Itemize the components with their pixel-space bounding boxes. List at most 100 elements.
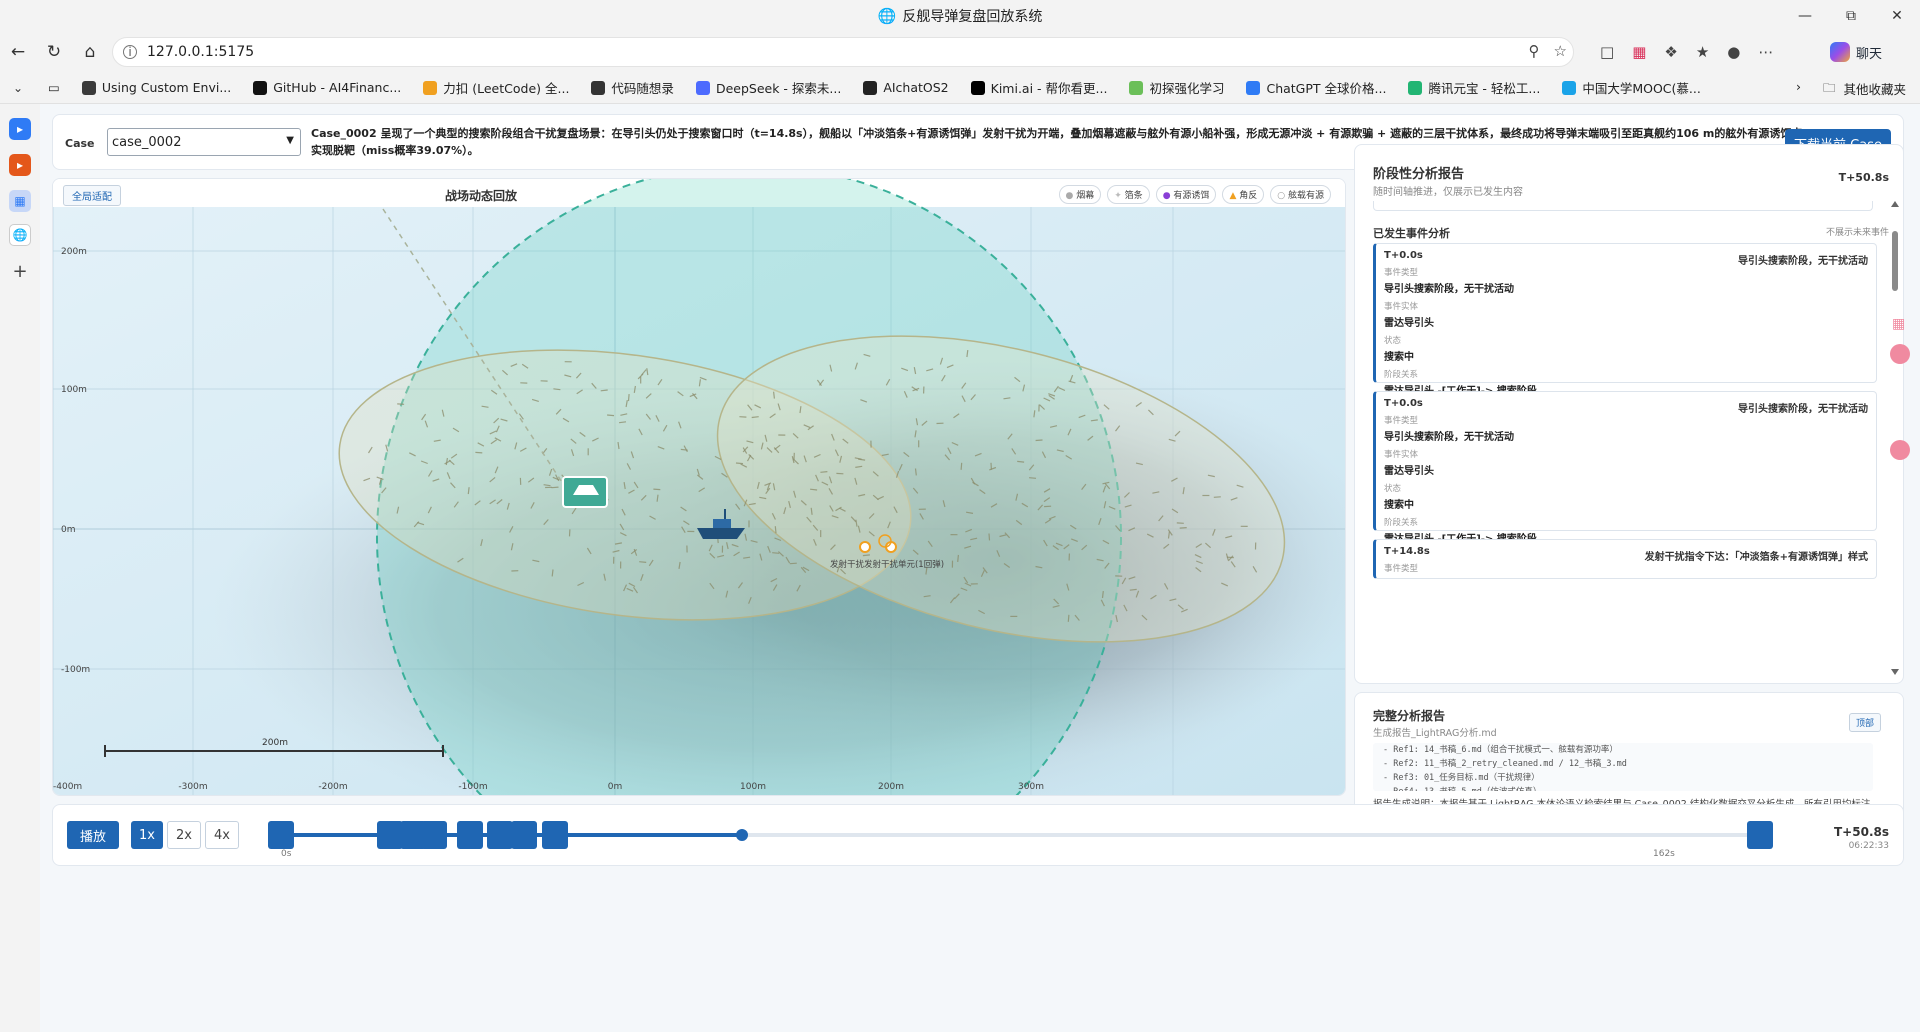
puzzle-icon[interactable]: ❖ <box>1664 43 1677 61</box>
timeline-cursor[interactable] <box>736 829 749 841</box>
sidebar-app-blue-icon[interactable]: ▸ <box>9 118 31 140</box>
browser-right-edge: ▦ <box>1880 104 1920 1032</box>
edge-tool-icon[interactable]: ▦ <box>1892 316 1905 332</box>
bookmark-item[interactable]: Using Custom Envi... <box>81 78 231 97</box>
bookmark-icon <box>863 80 878 95</box>
chaff-particle <box>735 462 744 465</box>
sidebar-grid-icon[interactable]: ▦ <box>9 190 31 212</box>
info-icon[interactable]: i <box>123 45 137 59</box>
bookmark-item[interactable]: AIchatOS2 <box>863 78 949 97</box>
star-icon[interactable]: ☆ <box>1554 42 1567 60</box>
home-icon[interactable]: ⌂ <box>72 34 108 70</box>
chevron-right-icon[interactable]: › <box>1796 79 1801 100</box>
refresh-icon[interactable]: ↻ <box>36 34 72 70</box>
legend-shipborne-active[interactable]: ○ 舷载有源 <box>1270 185 1331 204</box>
back-icon[interactable]: ← <box>0 34 36 70</box>
bookmark-icon <box>1562 80 1577 95</box>
sidebar-add-icon[interactable]: + <box>9 260 31 282</box>
timeline-track[interactable] <box>268 821 1774 849</box>
bookmark-icon <box>1129 80 1144 95</box>
scroll-top-button[interactable]: 顶部 <box>1848 713 1881 732</box>
extension-red-icon[interactable]: ▦ <box>1632 43 1646 61</box>
scale-label: 200m <box>262 738 288 748</box>
event-card[interactable]: T+0.0s 导引头搜索阶段，无干扰活动 事件类型 导引头搜索阶段，无干扰活动 … <box>1373 243 1877 397</box>
copilot-chat-button[interactable]: 聊天 <box>1830 38 1882 66</box>
bookmark-icon <box>81 80 96 95</box>
timeline-event-marker[interactable] <box>510 821 537 849</box>
stage-report-subtitle: 随时间轴推进，仅展示已发生内容 <box>1373 187 1523 198</box>
event-card[interactable]: T+0.0s 导引头搜索阶段，无干扰活动 事件类型 导引头搜索阶段，无干扰活动 … <box>1373 391 1877 545</box>
chaff-particle <box>1035 439 1043 442</box>
bookmark-item[interactable]: 腾讯元宝 - 轻松工... <box>1408 78 1540 97</box>
bookmark-icon <box>970 80 985 95</box>
chaff-particle <box>1067 614 1070 622</box>
bookmark-item[interactable]: 初探强化学习 <box>1129 78 1224 97</box>
legend-chaff[interactable]: ✦ 箔条 <box>1107 185 1150 204</box>
legend-smoke[interactable]: ● 烟幕 <box>1058 185 1102 204</box>
url-text[interactable]: 127.0.0.1:5175 <box>147 44 254 60</box>
chat-label: 聊天 <box>1856 46 1883 62</box>
chaff-particle <box>1213 496 1221 498</box>
bookmark-item[interactable]: 代码随想录 <box>591 78 674 97</box>
outboard-boat-icon[interactable] <box>562 476 608 508</box>
more-icon[interactable]: ⋯ <box>1758 43 1773 61</box>
timeline-event-marker[interactable] <box>268 821 294 849</box>
reading-icon[interactable]: □ <box>1600 43 1614 61</box>
timeline-event-marker[interactable] <box>376 821 403 849</box>
chaff-particle <box>789 562 797 565</box>
chevron-down-icon[interactable]: ⌄ <box>0 70 36 106</box>
x-tick-label: -100m <box>458 782 487 792</box>
timeline-event-marker[interactable] <box>541 821 568 849</box>
timeline-end-label: 162s <box>1653 849 1675 859</box>
sidebar-globe-icon[interactable]: 🌐 <box>9 224 31 246</box>
chaff-particle <box>627 394 630 402</box>
bookmark-item[interactable]: GitHub - AI4Financ... <box>253 78 401 97</box>
speed-4x-button[interactable]: 4x <box>205 821 239 849</box>
map-canvas[interactable]: 发射干扰发射干扰单元(1回弹) 200m 100m 0m -100m -400m -30… <box>53 179 1346 796</box>
timeline-event-marker[interactable] <box>421 821 448 849</box>
restore-icon[interactable]: ⧉ <box>1828 0 1874 32</box>
event-card[interactable]: T+14.8s 发射干扰指令下达：「冲淡箔条+有源诱饵弹」样式 事件类型 <box>1373 539 1877 579</box>
profile-icon[interactable]: ● <box>1727 43 1740 61</box>
battlefield-map[interactable]: 发射干扰发射干扰单元(1回弹) 200m 100m 0m -100m -400m -30… <box>52 178 1346 796</box>
close-icon[interactable]: ✕ <box>1874 0 1920 32</box>
chaff-particle <box>607 414 615 417</box>
bookmark-item[interactable]: ChatGPT 全球价格... <box>1246 78 1386 97</box>
legend-corner-reflector[interactable]: ▲ 角反 <box>1222 185 1265 204</box>
sidebar-app-orange-icon[interactable]: ▸ <box>9 154 31 176</box>
prev-section-edge <box>1373 201 1873 211</box>
event-value: 搜索中 <box>1384 500 1414 511</box>
chaff-particle <box>551 569 554 577</box>
app-root: Case case_0002 ▼ Case_0002 呈现了一个典型的搜索阶段组… <box>40 104 1920 1032</box>
other-bookmarks[interactable]: › 🗀 其他收藏夹 <box>1796 79 1906 100</box>
timeline-event-marker[interactable] <box>1747 821 1774 849</box>
speed-1x-button[interactable]: 1x <box>131 821 163 849</box>
chaff-particle <box>1101 591 1104 599</box>
chaff-particle <box>957 554 959 562</box>
timeline-panel: 播放 1x 2x 4x 0s 162s T+50.8s 06:22:33 <box>52 804 1904 866</box>
chaff-particle <box>960 462 963 470</box>
edge-app-icon[interactable] <box>1890 344 1910 364</box>
timeline-event-marker[interactable] <box>456 821 483 849</box>
chaff-particle <box>1179 527 1187 529</box>
bookmark-label: AIchatOS2 <box>883 80 949 95</box>
bookmark-item[interactable]: 中国大学MOOC(慕... <box>1562 78 1701 97</box>
bookmark-item[interactable]: Kimi.ai - 帮你看更... <box>970 78 1107 97</box>
zoom-icon[interactable]: ⚲ <box>1529 42 1540 60</box>
address-bar[interactable]: i 127.0.0.1:5175 ⚲ ☆ <box>112 37 1574 67</box>
tab-actions-icon[interactable]: ▭ <box>48 80 60 95</box>
bookmark-item[interactable]: 力扣 (LeetCode) 全... <box>423 78 569 97</box>
bookmark-item[interactable]: DeepSeek - 探索未... <box>695 78 841 97</box>
legend-active-decoy[interactable]: ● 有源诱饵 <box>1155 185 1217 204</box>
favorites-icon[interactable]: ★ <box>1696 43 1709 61</box>
play-button[interactable]: 播放 <box>67 821 119 849</box>
timeline-event-marker[interactable] <box>486 821 513 849</box>
case-select[interactable]: case_0002 ▼ <box>107 128 301 156</box>
minimize-icon[interactable]: — <box>1782 0 1828 32</box>
stage-report-panel: 阶段性分析报告 随时间轴推进，仅展示已发生内容 T+50.8s 已发生事件分析 … <box>1354 144 1904 684</box>
chaff-particle <box>773 391 775 399</box>
edge-app-icon[interactable] <box>1890 440 1910 460</box>
ref-line: - Ref1: 14_书稿_6.md（组合干扰模式一、舷载有源功率） <box>1383 745 1618 755</box>
case-label: Case <box>65 137 95 150</box>
speed-2x-button[interactable]: 2x <box>167 821 201 849</box>
